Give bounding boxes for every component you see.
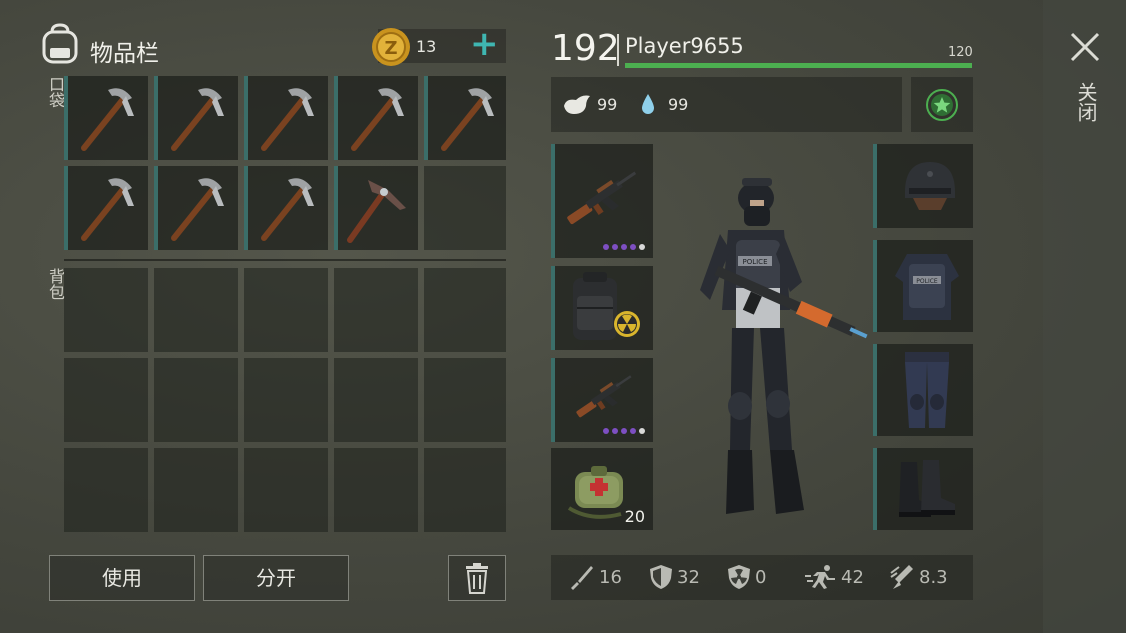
backpack-slot[interactable] (334, 358, 418, 442)
medkit-count: 20 (624, 507, 645, 526)
star-badge-icon (926, 89, 958, 121)
shield-icon (650, 565, 672, 589)
backpack-slot[interactable] (424, 358, 506, 442)
coin-count: 13 (416, 37, 437, 56)
pants-slot[interactable] (873, 344, 973, 436)
pickaxe-icon (81, 178, 134, 241)
rarity-dots (603, 428, 645, 434)
stealth-icon (890, 565, 913, 589)
backpack-slot[interactable] (154, 268, 238, 352)
body-armor-slot[interactable]: POLICE (873, 240, 973, 332)
secondary-weapon-slot[interactable] (551, 358, 653, 442)
stat-attack: 16 (569, 555, 622, 599)
stat-defense: 32 (649, 555, 700, 599)
inventory-slot[interactable] (154, 76, 238, 160)
backpack-slot[interactable] (424, 448, 506, 532)
backpack-slot[interactable] (334, 448, 418, 532)
inventory-slot[interactable] (244, 76, 328, 160)
pickaxe-icon (171, 178, 224, 241)
stat-speed-value: 42 (841, 566, 864, 588)
helmet-icon (905, 162, 955, 210)
stat-attack-value: 16 (599, 566, 622, 588)
backpack-slot[interactable] (64, 448, 148, 532)
use-button[interactable]: 使用 (49, 555, 195, 601)
pickaxe-icon (441, 88, 494, 151)
inventory-slot[interactable] (334, 76, 418, 160)
backpack-slot[interactable] (154, 358, 238, 442)
section-divider (64, 259, 506, 261)
backpack-icon (40, 22, 80, 70)
inventory-slot[interactable] (64, 76, 148, 160)
stat-radiation-value: 0 (755, 566, 767, 588)
water-drop-icon (640, 92, 656, 120)
inventory-slot[interactable] (424, 76, 506, 160)
level-divider (617, 34, 619, 66)
add-coins-button[interactable]: + (470, 24, 499, 64)
ice-pick-icon (347, 180, 406, 243)
xp-bar-fill (625, 63, 972, 68)
xp-bar-track (625, 63, 972, 68)
stat-speed: 42 (805, 555, 864, 599)
boots-icon (899, 460, 955, 517)
inventory-slot[interactable] (154, 166, 238, 250)
hunger-value: 99 (597, 95, 618, 114)
character-model: POLICE (700, 178, 868, 514)
backpack-slot[interactable] (424, 268, 506, 352)
inventory-slot-empty[interactable] (424, 166, 506, 250)
helmet-slot[interactable] (873, 144, 973, 228)
stat-stealth: 8.3 (889, 555, 948, 599)
backpack-slot[interactable] (64, 268, 148, 352)
running-icon (805, 565, 835, 589)
primary-weapon-slot[interactable] (551, 144, 653, 258)
xp-value: 120 (948, 45, 973, 60)
close-label[interactable]: 关闭 (1074, 82, 1098, 122)
backpack-slot[interactable] (244, 268, 328, 352)
coin-icon: Z (370, 26, 412, 72)
pickaxe-icon (81, 88, 134, 151)
inventory-slot[interactable] (244, 166, 328, 250)
medkit-slot[interactable]: 20 (551, 448, 653, 530)
knife-icon (571, 566, 593, 590)
trash-icon (466, 563, 488, 594)
stat-radiation: 0 (727, 555, 766, 599)
backpack-slot-equip[interactable] (551, 266, 653, 350)
backpack-label: 背包 (46, 268, 65, 300)
pickaxe-icon (171, 88, 224, 151)
stat-stealth-value: 8.3 (919, 566, 948, 588)
pants-icon (905, 352, 949, 428)
svg-text:POLICE: POLICE (742, 258, 767, 266)
stats-bar: 16 32 0 42 8.3 (551, 555, 973, 600)
rank-badge-button[interactable] (911, 77, 973, 132)
body-armor-icon: POLICE (895, 254, 959, 320)
inventory-title: 物品栏 (90, 41, 159, 67)
close-sidebar[interactable]: 关闭 (1043, 0, 1126, 633)
pickaxe-icon (351, 88, 404, 151)
svg-text:POLICE: POLICE (916, 278, 938, 285)
pocket-label: 口袋 (46, 76, 65, 108)
pickaxe-icon (261, 178, 314, 241)
rarity-dots (603, 244, 645, 250)
tactical-backpack-icon (573, 272, 640, 340)
pickaxe-icon (261, 88, 314, 151)
split-button[interactable]: 分开 (203, 555, 349, 601)
player-name: Player9655 (625, 34, 744, 58)
inventory-slot[interactable] (64, 166, 148, 250)
assault-rifle-icon (567, 171, 637, 225)
player-level: 192 (551, 28, 620, 69)
svg-text:Z: Z (384, 38, 397, 59)
hunger-icon (562, 92, 592, 120)
backpack-slot[interactable] (244, 448, 328, 532)
inventory-slot[interactable] (334, 166, 418, 250)
backpack-slot[interactable] (64, 358, 148, 442)
delete-button[interactable] (448, 555, 506, 601)
water-value: 99 (668, 95, 689, 114)
stat-defense-value: 32 (677, 566, 700, 588)
backpack-slot[interactable] (334, 268, 418, 352)
boots-slot[interactable] (873, 448, 973, 530)
close-icon[interactable] (1070, 32, 1100, 62)
assault-rifle-icon (576, 375, 632, 418)
backpack-slot[interactable] (244, 358, 328, 442)
radiation-shield-icon (728, 565, 750, 589)
backpack-slot[interactable] (154, 448, 238, 532)
